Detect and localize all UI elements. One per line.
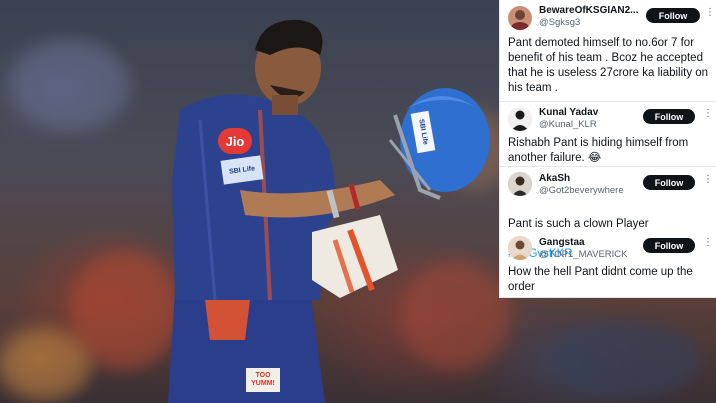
- follow-button[interactable]: Follow: [643, 109, 695, 124]
- tweet-author-name[interactable]: Gangstaa: [539, 237, 585, 248]
- tweet-author-name[interactable]: AkaSh: [539, 173, 570, 184]
- more-icon[interactable]: ⋮: [703, 175, 713, 185]
- avatar[interactable]: [508, 172, 532, 196]
- tweet-text: Pant demoted himself to no.6or 7 for ben…: [508, 37, 709, 94]
- tweets-panel: BewareOfKSGIAN2.... @Sgksg3 Follow ⋮ Pan…: [499, 0, 716, 298]
- avatar[interactable]: [508, 236, 532, 260]
- follow-button[interactable]: Follow: [643, 175, 695, 190]
- tweet: Kunal Yadav @Kunal_KLR Follow ⋮ Rishabh …: [500, 101, 716, 166]
- trouser-brand: TOO YUMM!: [246, 368, 280, 392]
- tweet-author-name[interactable]: Kunal Yadav: [539, 107, 598, 118]
- tweet-text: How the hell Pant didnt come up the orde…: [508, 266, 693, 293]
- more-icon[interactable]: ⋮: [703, 109, 713, 119]
- tweet-author-handle[interactable]: @Kunal_KLR: [539, 119, 597, 130]
- tweet: AkaSh @Got2beverywhere Follow ⋮ Pant is …: [500, 166, 716, 260]
- more-icon[interactable]: ⋮: [703, 238, 713, 248]
- more-icon[interactable]: ⋮: [705, 8, 715, 18]
- tweet-text: Rishabh Pant is hiding himself from anot…: [508, 137, 689, 164]
- tweet-author-handle[interactable]: @TOP1_MAVERICK: [539, 249, 627, 260]
- jersey-sponsor-badge: Jio: [218, 128, 252, 154]
- tweet: BewareOfKSGIAN2.... @Sgksg3 Follow ⋮ Pan…: [500, 0, 716, 101]
- tweet-author-name[interactable]: BewareOfKSGIAN2....: [539, 5, 639, 16]
- avatar[interactable]: [508, 107, 532, 131]
- avatar[interactable]: [508, 6, 532, 30]
- tweet-text-body: Pant is such a clown Player: [508, 218, 649, 230]
- follow-button[interactable]: Follow: [643, 238, 695, 253]
- tweet-author-handle[interactable]: @Sgksg3: [539, 17, 580, 28]
- tweet-author-handle[interactable]: @Got2beverywhere: [539, 185, 624, 196]
- follow-button[interactable]: Follow: [646, 8, 700, 23]
- tweet: Gangstaa @TOP1_MAVERICK Follow ⋮ How the…: [500, 232, 716, 298]
